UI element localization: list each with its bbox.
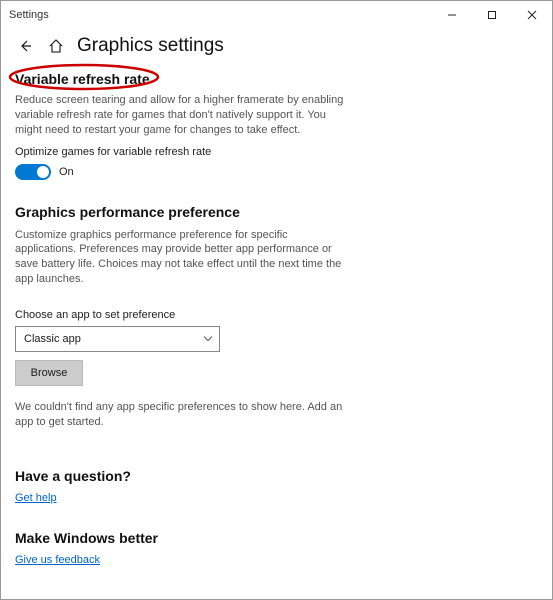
close-button[interactable] [512, 1, 552, 29]
help-heading: Have a question? [15, 468, 361, 484]
give-feedback-link[interactable]: Give us feedback [15, 554, 100, 566]
vrr-toggle-row: On [15, 164, 361, 180]
perf-description: Customize graphics performance preferenc… [15, 228, 345, 287]
browse-button[interactable]: Browse [15, 360, 83, 386]
select-value: Classic app [24, 333, 81, 345]
empty-state-text: We couldn't find any app specific prefer… [15, 400, 345, 430]
content: Variable refresh rate Reduce screen tear… [1, 67, 361, 592]
vrr-toggle-state: On [59, 166, 74, 178]
minimize-button[interactable] [432, 1, 472, 29]
browse-button-label: Browse [31, 367, 68, 379]
toggle-knob [37, 166, 49, 178]
home-icon[interactable] [47, 37, 65, 55]
vrr-description: Reduce screen tearing and allow for a hi… [15, 93, 345, 138]
vrr-optimize-label: Optimize games for variable refresh rate [15, 146, 361, 158]
window-title: Settings [9, 9, 49, 21]
feedback-heading: Make Windows better [15, 530, 361, 546]
annotation-circle-icon [5, 62, 163, 92]
app-type-select[interactable]: Classic app [15, 326, 220, 352]
window-controls [432, 1, 552, 29]
vrr-heading-container: Variable refresh rate [15, 71, 150, 87]
titlebar: Settings [1, 1, 552, 29]
maximize-button[interactable] [472, 1, 512, 29]
perf-heading: Graphics performance preference [15, 204, 361, 220]
get-help-link[interactable]: Get help [15, 492, 57, 504]
choose-app-label: Choose an app to set preference [15, 309, 361, 321]
page-title: Graphics settings [77, 35, 224, 57]
vrr-toggle[interactable] [15, 164, 51, 180]
back-button[interactable] [15, 36, 35, 56]
chevron-down-icon [203, 333, 213, 344]
